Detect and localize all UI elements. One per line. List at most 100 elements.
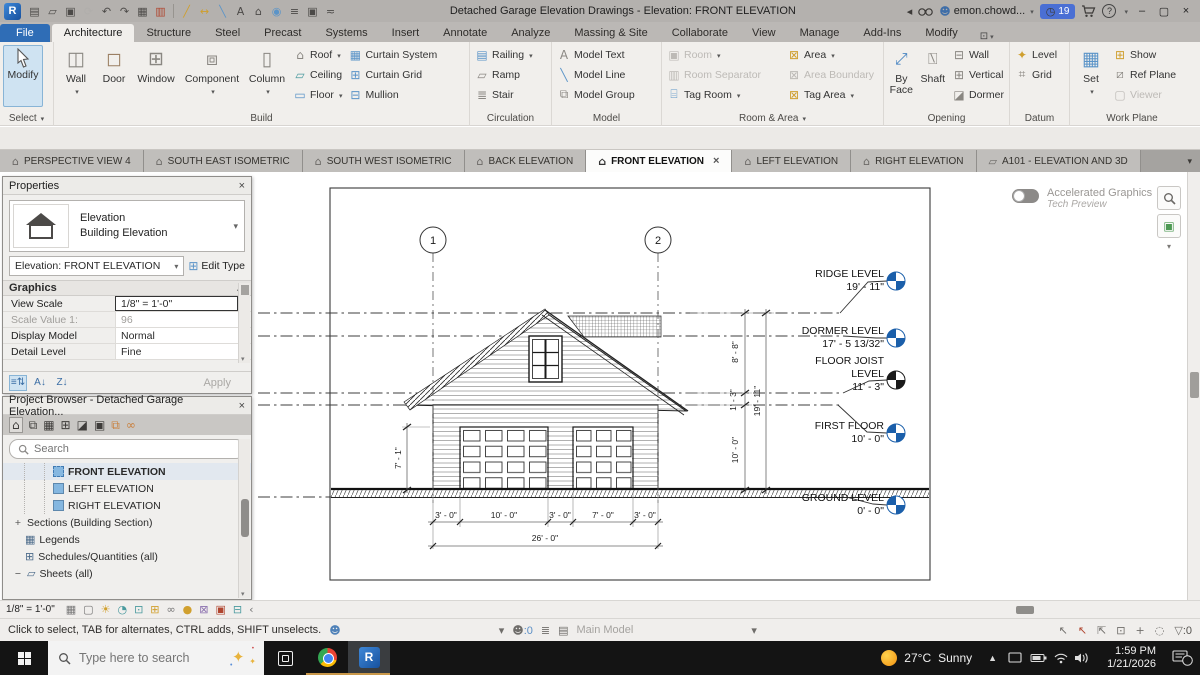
help-icon[interactable]: ?	[1102, 4, 1117, 18]
redo-icon[interactable]	[116, 3, 133, 20]
type-selector[interactable]: Elevation Building Elevation ▾	[9, 200, 245, 252]
notification-center-button[interactable]: 1	[1166, 641, 1200, 675]
browser-scrollbar[interactable]: ▾	[238, 439, 250, 598]
save-icon[interactable]	[62, 3, 79, 20]
show-button[interactable]: Show	[1111, 45, 1178, 64]
browser-search[interactable]	[9, 439, 245, 459]
select-pinned-icon[interactable]	[1097, 624, 1106, 637]
start-button[interactable]	[0, 641, 48, 675]
sort-za-icon[interactable]: Z↓	[53, 375, 71, 391]
tab-modify[interactable]: Modify	[913, 24, 969, 42]
property-row-detail-level[interactable]: Detail Level Fine	[3, 344, 251, 360]
close-tab-icon[interactable]: ×	[713, 155, 719, 167]
tray-expand-button[interactable]: ▲	[982, 641, 1003, 675]
view-scale-button[interactable]: 1/8" = 1'-0"	[6, 604, 55, 615]
store-cart-icon[interactable]	[1081, 4, 1096, 18]
switch-windows-icon[interactable]	[304, 3, 321, 20]
model-text-button[interactable]: Model Text	[555, 45, 637, 64]
close-doc-icon[interactable]	[152, 3, 169, 20]
visual-style-icon[interactable]	[66, 603, 76, 616]
chevron-down-icon[interactable]	[499, 624, 505, 637]
set-button[interactable]: Set	[1073, 45, 1109, 107]
select-links-icon[interactable]	[1059, 624, 1068, 637]
legends-tool-icon[interactable]	[43, 418, 54, 432]
sheets-tool-icon[interactable]	[77, 418, 88, 432]
mullion-button[interactable]: Mullion	[346, 85, 439, 104]
horizontal-scrollbar[interactable]	[271, 605, 1184, 615]
window-button[interactable]: Window	[133, 45, 179, 107]
display-model-value[interactable]: Normal	[115, 328, 238, 343]
property-row-view-scale[interactable]: View Scale 1/8" = 1'-0"	[3, 296, 251, 312]
revit-taskbar-button[interactable]: R	[348, 641, 390, 675]
tree-item-left-elevation[interactable]: LEFT ELEVATION	[3, 480, 251, 497]
ramp-button[interactable]: Ramp	[473, 65, 535, 84]
tab-architecture[interactable]: Architecture	[51, 24, 135, 42]
modify-button[interactable]: Modify	[3, 45, 43, 107]
view-tab-left-elevation[interactable]: LEFT ELEVATION	[732, 150, 852, 172]
revit-links-icon[interactable]	[126, 418, 136, 432]
trial-days-badge[interactable]: 19	[1039, 3, 1076, 19]
tab-view[interactable]: View	[740, 24, 788, 42]
graphics-section-header[interactable]: Graphics▴▴	[3, 280, 251, 296]
scrollbar-thumb[interactable]	[1190, 372, 1199, 398]
groups-tool-icon[interactable]	[94, 418, 105, 432]
text-icon[interactable]	[232, 3, 249, 20]
task-view-button[interactable]	[264, 641, 306, 675]
navbar-chevron-icon[interactable]: ▾	[1167, 242, 1171, 251]
chrome-taskbar-button[interactable]	[306, 641, 348, 675]
dormer-window[interactable]	[528, 335, 563, 383]
garage-door-left[interactable]	[459, 426, 549, 491]
drag-on-selection-icon[interactable]	[1136, 624, 1145, 637]
system-tray[interactable]	[1003, 641, 1097, 675]
temporary-hide-isolate-icon[interactable]	[183, 603, 193, 616]
accelerated-graphics-toggle[interactable]	[1012, 189, 1039, 203]
tab-insert[interactable]: Insert	[380, 24, 432, 42]
tab-steel[interactable]: Steel	[203, 24, 252, 42]
zoom-tool-button[interactable]	[1157, 186, 1181, 210]
by-face-button[interactable]: By Face	[887, 45, 916, 107]
vertical-opening-button[interactable]: Vertical	[950, 65, 1006, 84]
revit-logo-icon[interactable]: R	[4, 2, 21, 20]
tab-addins[interactable]: Add-Ins	[851, 24, 913, 42]
detail-level-value[interactable]: Fine	[115, 344, 238, 359]
ribbon-display-toggle[interactable]	[980, 31, 994, 42]
tree-item-right-elevation[interactable]: RIGHT ELEVATION	[3, 497, 251, 514]
tab-list-button[interactable]: ▾	[1179, 150, 1200, 172]
crop-view-icon[interactable]	[134, 603, 143, 616]
sort-az-icon[interactable]: A↓	[31, 375, 49, 391]
properties-header[interactable]: Properties ×	[3, 177, 251, 195]
ref-plane-button[interactable]: Ref Plane	[1111, 65, 1178, 84]
tab-annotate[interactable]: Annotate	[431, 24, 499, 42]
view-tab-right-elevation[interactable]: RIGHT ELEVATION	[851, 150, 977, 172]
shadows-icon[interactable]	[101, 603, 111, 616]
search-binoculars-icon[interactable]	[918, 5, 934, 17]
model-line-icon[interactable]	[214, 3, 231, 20]
measure-icon[interactable]	[178, 3, 195, 20]
tab-file[interactable]: File	[0, 24, 50, 42]
collapse-icon[interactable]	[907, 5, 913, 18]
active-design-option[interactable]: Main Model	[577, 624, 634, 636]
level-button[interactable]: Level	[1013, 45, 1059, 64]
tab-manage[interactable]: Manage	[788, 24, 852, 42]
tree-item-sections[interactable]: + Sections (Building Section)	[3, 514, 251, 531]
selection-icon[interactable]	[29, 418, 38, 433]
roof-button[interactable]: Roof	[291, 45, 344, 64]
select-by-face-icon[interactable]	[1116, 624, 1125, 637]
view-tab-south-west-isometric[interactable]: SOUTH WEST ISOMETRIC	[302, 150, 465, 172]
property-row-display-model[interactable]: Display Model Normal	[3, 328, 251, 344]
undo-icon[interactable]	[98, 3, 115, 20]
properties-filter-icon[interactable]: ≡⇅	[9, 374, 27, 391]
wall-opening-button[interactable]: Wall	[950, 45, 1006, 64]
tag-room-button[interactable]: Tag Room	[665, 85, 783, 104]
project-browser-header[interactable]: Project Browser - Detached Garage Elevat…	[3, 394, 251, 418]
close-icon[interactable]: ×	[239, 180, 245, 192]
floor-button[interactable]: Floor	[291, 85, 344, 104]
taskbar-search-input[interactable]	[79, 651, 254, 665]
taskbar-clock[interactable]: 1:59 PM 1/21/2026	[1097, 641, 1166, 675]
chevron-down-icon[interactable]	[751, 624, 757, 637]
edit-type-button[interactable]: Edit Type	[188, 259, 245, 273]
view-tab-back-elevation[interactable]: BACK ELEVATION	[464, 150, 587, 172]
minimize-button[interactable]: –	[1134, 5, 1150, 17]
column-button[interactable]: Column	[245, 45, 289, 107]
garage-door-right[interactable]	[572, 426, 634, 491]
